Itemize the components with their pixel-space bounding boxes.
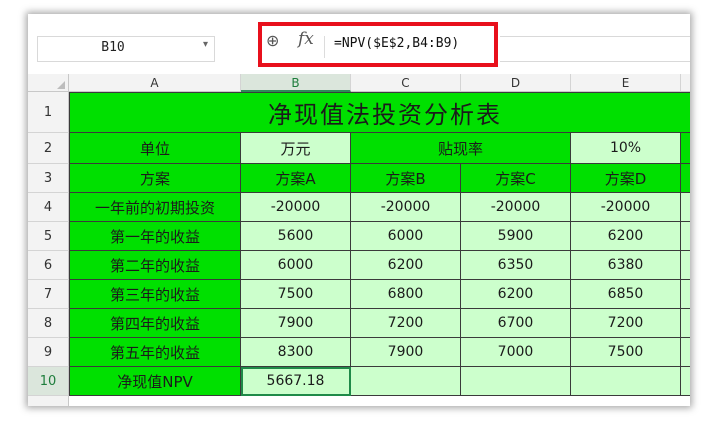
cell-c10[interactable] <box>351 367 461 396</box>
cell-b3[interactable]: 方案A <box>241 164 351 193</box>
cell-b2[interactable]: 万元 <box>241 133 351 164</box>
cell-a2[interactable]: 单位 <box>69 133 241 164</box>
cell-d7[interactable]: 6200 <box>461 280 571 309</box>
cell-a6[interactable]: 第二年的收益 <box>69 251 241 280</box>
cell-b9[interactable]: 8300 <box>241 338 351 367</box>
cell-f9[interactable] <box>681 338 690 367</box>
cell-f8[interactable] <box>681 309 690 338</box>
sheet-title-cell[interactable]: 净现值法投资分析表 <box>69 92 690 133</box>
row-header-6[interactable]: 6 <box>28 251 69 280</box>
select-all-corner[interactable] <box>28 74 69 92</box>
name-box-dropdown-icon[interactable]: ▾ <box>203 39 208 50</box>
cell-e6[interactable]: 6380 <box>571 251 681 280</box>
row-header-10[interactable]: 10 <box>28 367 69 396</box>
cell-a9[interactable]: 第五年的收益 <box>69 338 241 367</box>
name-box-value: B10 <box>101 40 125 55</box>
zoom-icon[interactable]: ⊕ <box>266 31 279 50</box>
cell-c5[interactable]: 6000 <box>351 222 461 251</box>
cell-d6[interactable]: 6350 <box>461 251 571 280</box>
column-header-f[interactable] <box>681 74 690 92</box>
cell-b7[interactable]: 7500 <box>241 280 351 309</box>
row-header-8[interactable]: 8 <box>28 309 69 338</box>
cell-b4[interactable]: -20000 <box>241 193 351 222</box>
fx-label[interactable]: fx <box>298 29 314 49</box>
cell-e8[interactable]: 7200 <box>571 309 681 338</box>
row-header-2[interactable]: 2 <box>28 133 69 164</box>
formula-bar-divider <box>324 36 325 58</box>
cell-e3[interactable]: 方案D <box>571 164 681 193</box>
cell-f7[interactable] <box>681 280 690 309</box>
spreadsheet-window: B10 ▾ ⊕ fx =NPV($E$2,B4:B9) A B C D E 1 … <box>28 14 690 406</box>
column-header-b[interactable]: B <box>241 74 351 92</box>
cell-a10[interactable]: 净现值NPV <box>69 367 241 396</box>
cell-c3[interactable]: 方案B <box>351 164 461 193</box>
cell-c9[interactable]: 7900 <box>351 338 461 367</box>
cell-b8[interactable]: 7900 <box>241 309 351 338</box>
cell-d9[interactable]: 7000 <box>461 338 571 367</box>
cell-b5[interactable]: 5600 <box>241 222 351 251</box>
cell-f3[interactable] <box>681 164 690 193</box>
cell-c4[interactable]: -20000 <box>351 193 461 222</box>
cell-c6[interactable]: 6200 <box>351 251 461 280</box>
cell-b10-npv-result[interactable]: 5667.18 <box>241 367 351 396</box>
row-header-9[interactable]: 9 <box>28 338 69 367</box>
cell-a4[interactable]: 一年前的初期投资 <box>69 193 241 222</box>
row-header-11[interactable] <box>28 396 69 406</box>
cell-c7[interactable]: 6800 <box>351 280 461 309</box>
cell-e7[interactable]: 6850 <box>571 280 681 309</box>
cell-d5[interactable]: 5900 <box>461 222 571 251</box>
cell-a7[interactable]: 第三年的收益 <box>69 280 241 309</box>
row-header-3[interactable]: 3 <box>28 164 69 193</box>
cell-a3[interactable]: 方案 <box>69 164 241 193</box>
cell-f2[interactable] <box>681 133 690 164</box>
cell-d10[interactable] <box>461 367 571 396</box>
formula-bar-field[interactable] <box>500 36 690 62</box>
column-header-c[interactable]: C <box>351 74 461 92</box>
cell-c8[interactable]: 7200 <box>351 309 461 338</box>
name-box[interactable]: B10 ▾ <box>37 36 215 62</box>
cell-d4[interactable]: -20000 <box>461 193 571 222</box>
formula-input[interactable]: =NPV($E$2,B4:B9) <box>334 36 459 51</box>
cell-f5[interactable] <box>681 222 690 251</box>
cell-d8[interactable]: 6700 <box>461 309 571 338</box>
cell-f10[interactable] <box>681 367 690 396</box>
cell-a5[interactable]: 第一年的收益 <box>69 222 241 251</box>
row-header-5[interactable]: 5 <box>28 222 69 251</box>
cell-e4[interactable]: -20000 <box>571 193 681 222</box>
column-header-d[interactable]: D <box>461 74 571 92</box>
cell-e2[interactable]: 10% <box>571 133 681 164</box>
row-header-4[interactable]: 4 <box>28 193 69 222</box>
cell-f6[interactable] <box>681 251 690 280</box>
row-header-7[interactable]: 7 <box>28 280 69 309</box>
cell-e9[interactable]: 7500 <box>571 338 681 367</box>
cell-d3[interactable]: 方案C <box>461 164 571 193</box>
column-header-e[interactable]: E <box>571 74 681 92</box>
cell-e10[interactable] <box>571 367 681 396</box>
cell-e5[interactable]: 6200 <box>571 222 681 251</box>
cell-f4[interactable] <box>681 193 690 222</box>
cell-b6[interactable]: 6000 <box>241 251 351 280</box>
cell-a8[interactable]: 第四年的收益 <box>69 309 241 338</box>
row-header-1[interactable]: 1 <box>28 92 69 133</box>
cell-c2-d2-merged[interactable]: 贴现率 <box>351 133 571 164</box>
column-header-a[interactable]: A <box>69 74 241 92</box>
